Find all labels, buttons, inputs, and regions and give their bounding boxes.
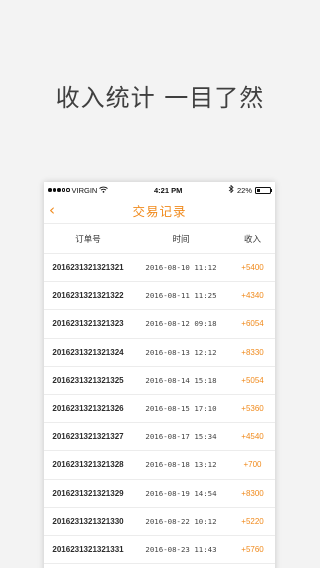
cell-time: 2016-08-15 17:10 [145,404,217,414]
navigation-bar: ‹ 交易记录 [44,198,275,224]
status-bar-right: 22% [228,184,273,195]
table-row[interactable]: 2016231321321323 2016-08-12 09:18 +6054 [44,310,275,339]
cell-income: +700 [243,460,262,470]
clock: 4:21 PM [153,185,183,195]
cell-income: +5360 [241,404,264,414]
cell-order: 2016231321321326 [52,404,124,414]
signal-dot [57,188,61,192]
bluetooth-icon [228,184,234,195]
carrier-label: VIRGIN [71,185,98,195]
status-bar: VIRGIN 4:21 PM 22% [44,182,275,198]
cell-time: 2016-08-13 12:12 [145,347,217,357]
cell-income: +5220 [241,516,264,526]
cell-time: 2016-08-11 11:25 [145,291,217,301]
signal-strength-icon [48,188,70,192]
cell-income: +5400 [241,263,264,273]
cell-time: 2016-08-19 14:54 [145,488,217,498]
cell-time: 2016-08-14 15:18 [145,375,217,385]
table-header: 订单号 时间 收入 [44,224,275,254]
column-header-time: 时间 [172,234,190,245]
transaction-list: 2016231321321321 2016-08-10 11:12 +5400 201… [44,254,275,565]
battery-icon [255,186,273,194]
cell-income: +4340 [241,291,264,301]
cell-income: +8300 [241,488,264,498]
cell-order: 2016231321321322 [52,291,124,301]
cell-order: 2016231321321325 [52,375,124,385]
table-row[interactable]: 2016231321321321 2016-08-10 11:12 +5400 [44,254,275,283]
battery-percent: 22% [236,185,252,195]
column-header-order: 订单号 [75,234,101,245]
signal-dot [48,188,52,192]
cell-order: 2016231321321331 [52,544,124,554]
table-row[interactable]: 2016231321321330 2016-08-22 10:12 +5220 [44,508,275,536]
cell-order: 2016231321321329 [52,488,124,498]
table-row[interactable]: 2016231321321325 2016-08-14 15:18 +5054 [44,367,275,395]
cell-income: +4540 [241,432,264,442]
cell-order: 2016231321321327 [52,432,124,442]
table-row[interactable]: 2016231321321322 2016-08-11 11:25 +4340 [44,282,275,311]
table-row[interactable]: 2016231321321327 2016-08-17 15:34 +4540 [44,423,275,452]
cell-order: 2016231321321324 [52,347,124,357]
table-row[interactable]: 2016231321321331 2016-08-23 11:43 +5760 [44,536,275,565]
cell-income: +5054 [241,375,264,385]
table-row[interactable]: 2016231321321328 2016-08-18 13:12 +700 [44,451,275,480]
column-header-income: 收入 [243,234,261,245]
signal-dot [52,188,56,192]
cell-time: 2016-08-17 15:34 [145,432,217,442]
table-row[interactable]: 2016231321321324 2016-08-13 12:12 +8330 [44,339,275,367]
cell-income: +6054 [241,319,264,329]
cell-time: 2016-08-10 11:12 [145,263,217,273]
wifi-icon [99,186,109,195]
cell-order: 2016231321321323 [52,319,124,329]
page-title: 交易记录 [132,204,187,219]
cell-time: 2016-08-23 11:43 [145,544,217,554]
cell-order: 2016231321321321 [52,263,124,273]
cell-order: 2016231321321328 [52,460,124,470]
cell-time: 2016-08-18 13:12 [145,460,217,470]
table-row[interactable]: 2016231321321329 2016-08-19 14:54 +8300 [44,480,275,508]
promo-headline: 收入统计 一目了然 [55,84,265,112]
chevron-left-icon[interactable]: ‹ [49,201,55,219]
cell-order: 2016231321321330 [52,516,124,526]
cell-time: 2016-08-22 10:12 [145,516,217,526]
status-bar-left: VIRGIN [48,185,109,195]
signal-dot [66,188,70,192]
table-row[interactable]: 2016231321321326 2016-08-15 17:10 +5360 [44,395,275,424]
cell-time: 2016-08-12 09:18 [145,319,217,329]
phone-screen: VIRGIN 4:21 PM 22% ‹ 交易记录 订单号 时间 收入 2016… [44,182,275,568]
cell-income: +8330 [241,347,264,357]
signal-dot [61,188,65,192]
cell-income: +5760 [241,544,264,554]
